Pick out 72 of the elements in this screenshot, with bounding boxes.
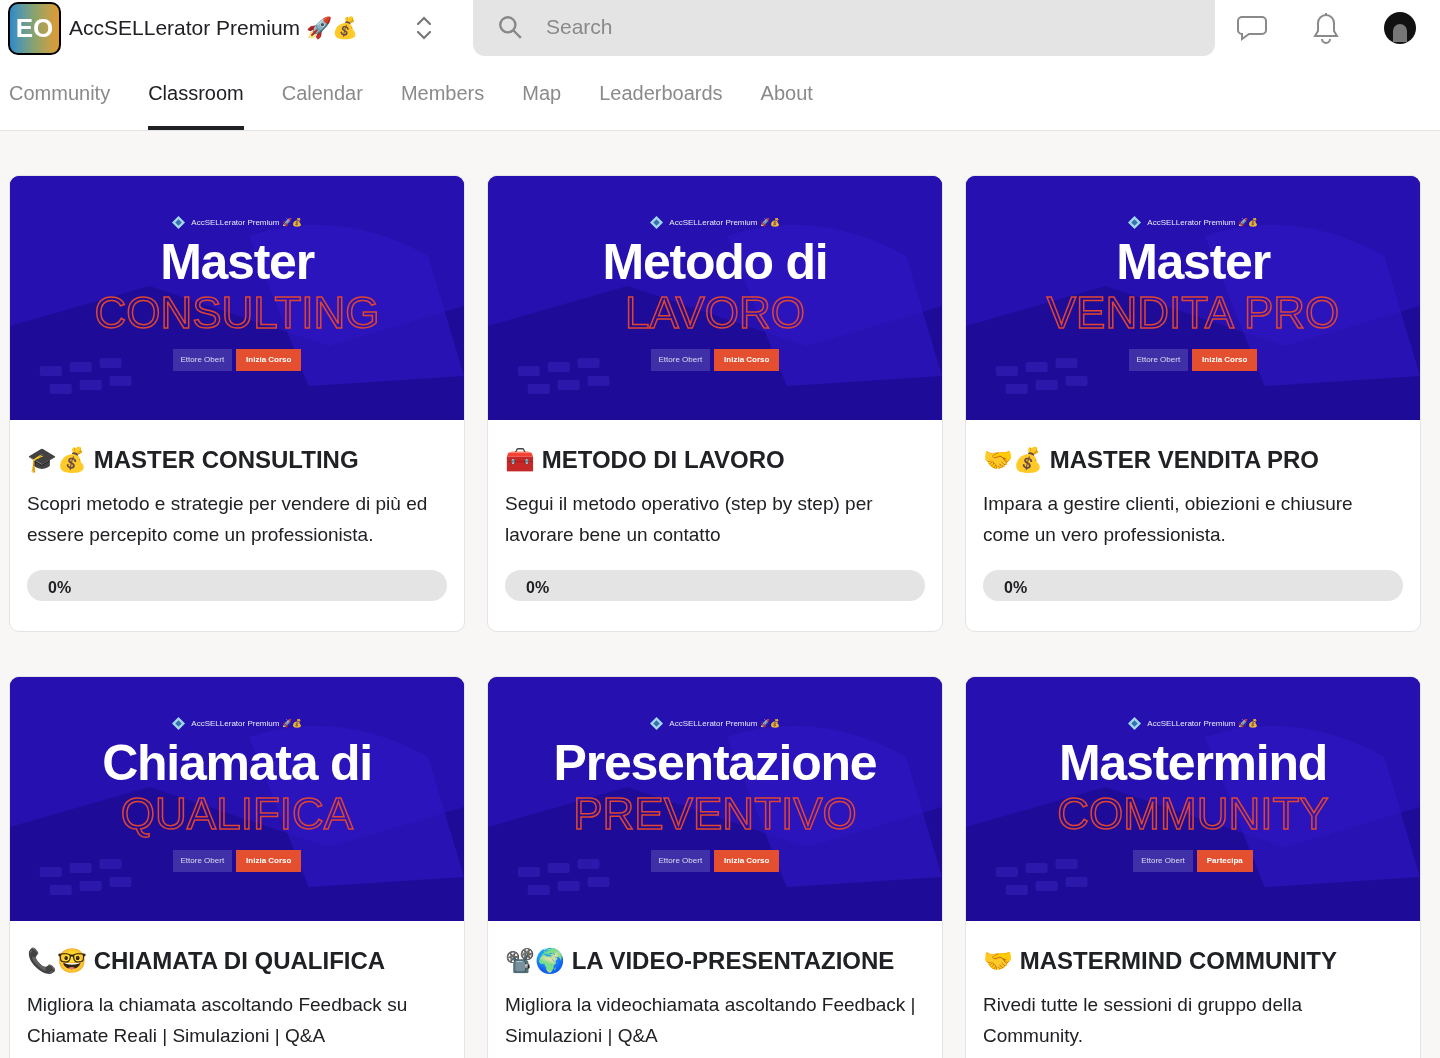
course-title: 🤝💰 MASTER VENDITA PRO	[983, 445, 1320, 475]
course-cover[interactable]: AccSELLerator Premium 🚀💰 Chiamata di QUALIFICA Ettore Obert Inizia Corso	[10, 677, 464, 921]
cover-subtitle: CONSULTING	[94, 289, 380, 337]
cover-title: Master	[160, 235, 314, 289]
author-tag: Ettore Obert	[1133, 850, 1193, 872]
group-name[interactable]: AccSELLerator Premium 🚀💰	[69, 12, 358, 44]
course-description: Rivedi tutte le sessioni di gruppo della Community.	[983, 993, 1303, 1048]
course-title: 📞🤓 CHIAMATA DI QUALIFICA	[27, 946, 387, 976]
course-card[interactable]: AccSELLerator Premium 🚀💰 Chiamata di QUALIFICA Ettore Obert Inizia Corso 📞🤓 CHIAMATA DI QUALIFICA Migliora la chiamata ascoltando Feedback su Chiamate Reali | Simulazioni | Q&A	[9, 676, 465, 1058]
cover-action-label: Inizia Corso	[714, 850, 780, 872]
course-card[interactable]: AccSELLerator Premium 🚀💰 Metodo di LAVORO Ettore Obert Inizia Corso 🧰 METODO DI LAVORO Segui il metodo operativo (step by step) per lavorare bene un contatto 0%	[487, 175, 943, 632]
course-card[interactable]: AccSELLerator Premium 🚀💰 Mastermind COMMUNITY Ettore Obert Partecipa 🤝 MASTERMIND COMMUNITY Rivedi tutte le sessioni di gruppo della Community.	[965, 676, 1421, 1058]
diamond-logo-icon	[172, 717, 186, 730]
search-field[interactable]: Search	[473, 0, 1215, 56]
cover-brand: AccSELLerator Premium 🚀💰	[191, 717, 302, 730]
cover-action-label: Inizia Corso	[236, 850, 302, 872]
author-tag: Ettore Obert	[650, 850, 711, 872]
cover-subtitle: QUALIFICA	[120, 790, 354, 838]
cover-action-label: Inizia Corso	[236, 349, 302, 371]
cover-action-label: Partecipa	[1196, 850, 1253, 872]
course-title: 🧰 METODO DI LAVORO	[505, 445, 786, 475]
diamond-logo-icon	[1128, 717, 1142, 730]
cover-subtitle: PREVENTIVO	[573, 790, 857, 838]
cover-brand: AccSELLerator Premium 🚀💰	[669, 717, 780, 730]
cover-action-label: Inizia Corso	[714, 349, 780, 371]
course-description: Migliora la videochiamata ascoltando Feedback | Simulazioni | Q&A	[505, 993, 917, 1048]
course-cover[interactable]: AccSELLerator Premium 🚀💰 Master CONSULTING Ettore Obert Inizia Corso	[10, 176, 464, 420]
course-description: Scopri metodo e strategie per vendere di più ed essere percepito come un professionista.	[27, 492, 429, 547]
course-cover[interactable]: AccSELLerator Premium 🚀💰 Master VENDITA PRO Ettore Obert Inizia Corso	[966, 176, 1420, 420]
author-tag: Ettore Obert	[172, 850, 233, 872]
diamond-logo-icon	[650, 717, 664, 730]
course-cover[interactable]: AccSELLerator Premium 🚀💰 Mastermind COMMUNITY Ettore Obert Partecipa	[966, 677, 1420, 921]
cover-title: Mastermind	[1058, 736, 1328, 790]
course-cover[interactable]: AccSELLerator Premium 🚀💰 Metodo di LAVORO Ettore Obert Inizia Corso	[488, 176, 942, 420]
diamond-logo-icon	[1128, 216, 1142, 229]
cover-title: Chiamata di	[102, 736, 372, 790]
cover-title: Metodo di	[602, 235, 828, 289]
cover-subtitle: VENDITA PRO	[1046, 289, 1340, 337]
search-icon	[497, 14, 523, 40]
course-title: 📽🌍 LA VIDEO-PRESENTAZIONE	[505, 946, 896, 976]
cover-brand: AccSELLerator Premium 🚀💰	[1147, 717, 1258, 730]
diamond-logo-icon	[172, 216, 186, 229]
course-card[interactable]: AccSELLerator Premium 🚀💰 Presentazione PREVENTIVO Ettore Obert Inizia Corso 📽🌍 LA VIDEO-PRESENTAZIONE Migliora la videochiamata ascoltando Feedback | Simulazioni | Q&A	[487, 676, 943, 1058]
cover-subtitle: LAVORO	[624, 289, 806, 337]
author-tag: Ettore Obert	[650, 349, 711, 371]
cover-brand: AccSELLerator Premium 🚀💰	[1147, 216, 1258, 229]
cover-title: Master	[1116, 235, 1270, 289]
course-title: 🎓💰 MASTER CONSULTING	[27, 445, 360, 475]
chat-icon[interactable]	[1236, 14, 1268, 42]
cover-brand: AccSELLerator Premium 🚀💰	[191, 216, 302, 229]
nav-tab[interactable]: Calendar	[281, 56, 363, 130]
course-card[interactable]: AccSELLerator Premium 🚀💰 Master CONSULTING Ettore Obert Inizia Corso 🎓💰 MASTER CONSULTING Scopri metodo e strategie per vendere di più ed essere percepito come un professionista. 0%	[9, 175, 465, 632]
switch-group-icon[interactable]	[415, 15, 433, 41]
course-title: 🤝 MASTERMIND COMMUNITY	[983, 946, 1338, 976]
course-cover[interactable]: AccSELLerator Premium 🚀💰 Presentazione PREVENTIVO Ettore Obert Inizia Corso	[488, 677, 942, 921]
course-card[interactable]: AccSELLerator Premium 🚀💰 Master VENDITA PRO Ettore Obert Inizia Corso 🤝💰 MASTER VENDITA PRO Impara a gestire clienti, obiezioni e chiusure come un vero professionista. 0%	[965, 175, 1421, 632]
author-tag: Ettore Obert	[172, 349, 233, 371]
diamond-logo-icon	[650, 216, 664, 229]
progress-label: 0%	[1004, 578, 1028, 598]
cover-action-label: Inizia Corso	[1192, 349, 1258, 371]
progress-label: 0%	[48, 578, 72, 598]
course-description: Migliora la chiamata ascoltando Feedback su Chiamate Reali | Simulazioni | Q&A	[27, 993, 409, 1048]
cover-title: Presentazione	[553, 736, 877, 790]
course-description: Impara a gestire clienti, obiezioni e chiusure come un vero professionista.	[983, 492, 1354, 547]
cover-subtitle: COMMUNITY	[1057, 790, 1329, 838]
cover-brand: AccSELLerator Premium 🚀💰	[669, 216, 780, 229]
nav-tab[interactable]: Classroom	[148, 56, 244, 130]
user-avatar[interactable]	[1384, 12, 1416, 44]
author-tag: Ettore Obert	[1128, 349, 1189, 371]
course-description: Segui il metodo operativo (step by step) per lavorare bene un contatto	[505, 492, 874, 547]
notification-bell-icon[interactable]	[1312, 12, 1340, 44]
progress-label: 0%	[526, 578, 550, 598]
